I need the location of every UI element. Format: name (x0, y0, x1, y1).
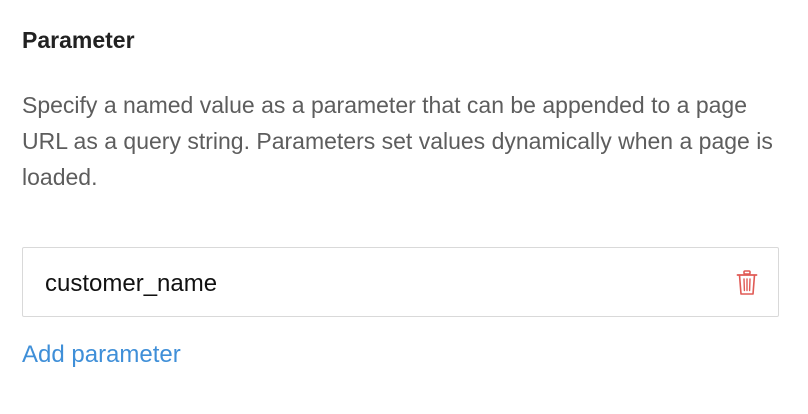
add-parameter-link[interactable]: Add parameter (22, 338, 181, 372)
section-title: Parameter (22, 27, 135, 53)
parameter-panel: Parameter Specify a named value as a par… (0, 0, 808, 414)
parameter-name[interactable]: customer_name (45, 248, 217, 318)
trash-icon[interactable] (736, 270, 758, 296)
parameter-row[interactable]: customer_name (22, 247, 779, 317)
section-description: Specify a named value as a parameter tha… (22, 92, 773, 190)
